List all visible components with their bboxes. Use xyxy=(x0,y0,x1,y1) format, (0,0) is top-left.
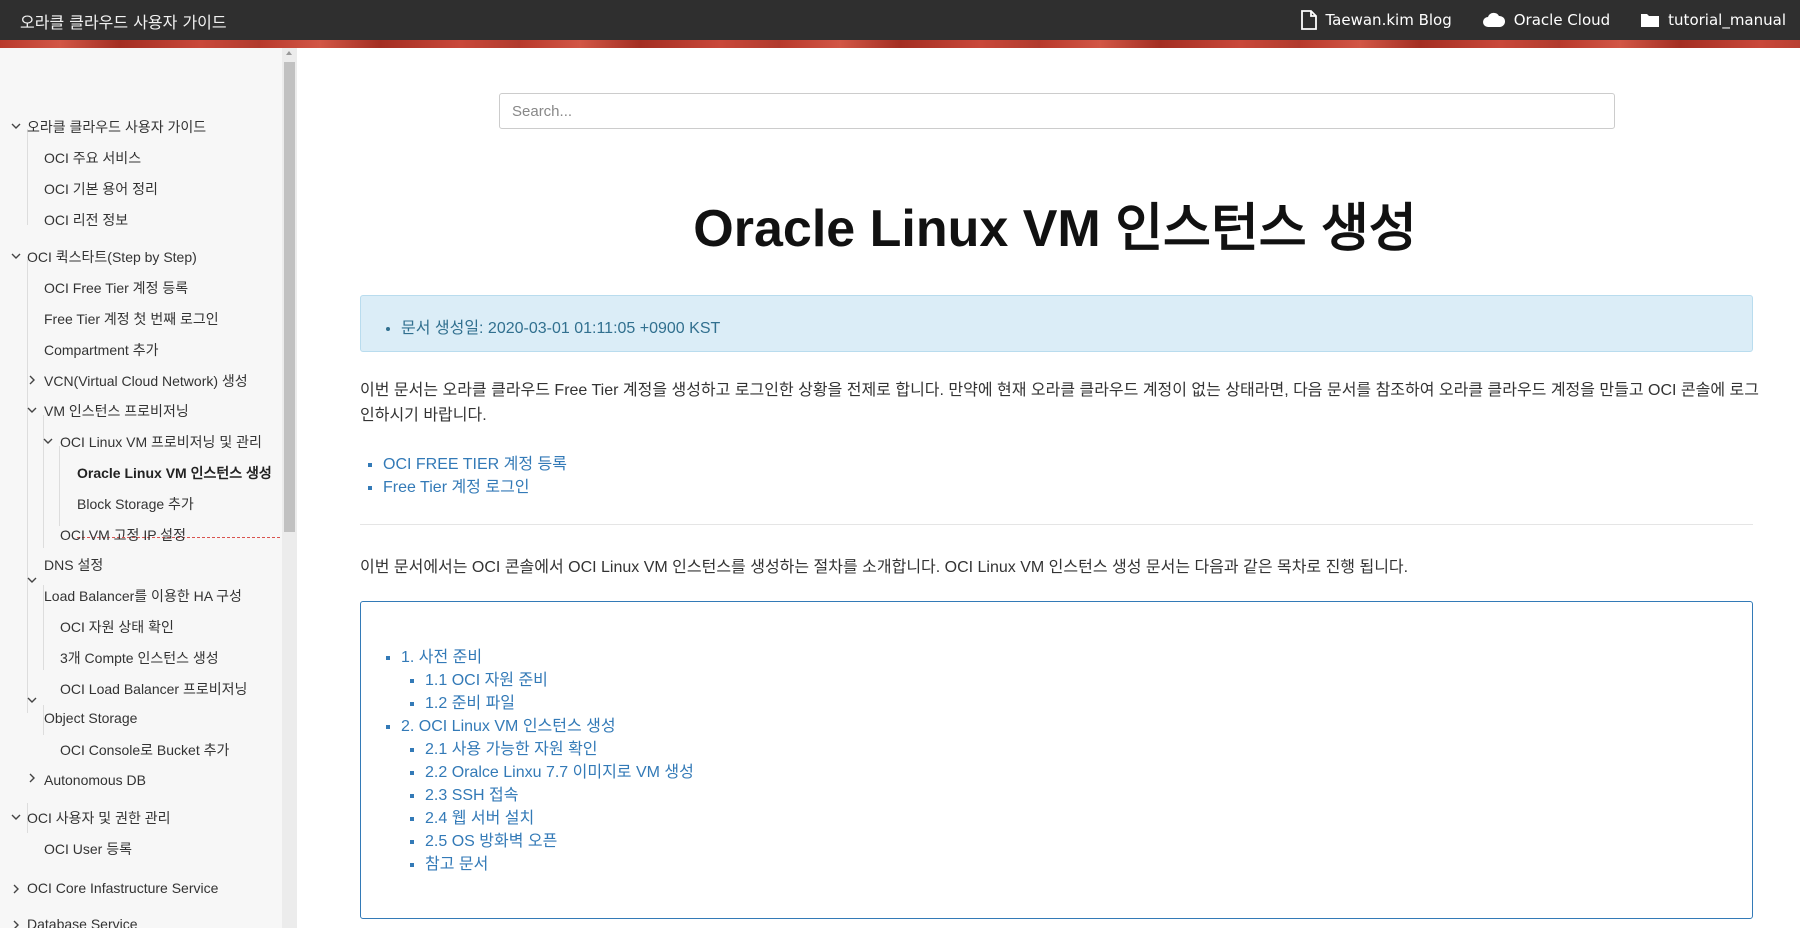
scroll-up-arrow-icon[interactable] xyxy=(286,51,292,55)
nav-link-blog[interactable]: Taewan.kim Blog xyxy=(1300,10,1452,30)
sidebar-item-static-ip[interactable]: OCI VM 고정 IP 설정 xyxy=(60,525,186,545)
sidebar-item-autonomous-db[interactable]: Autonomous DB xyxy=(44,772,146,788)
site-title[interactable]: 오라클 클라우드 사용자 가이드 xyxy=(20,9,227,33)
procedure-paragraph: 이번 문서에서는 OCI 콘솔에서 OCI Linux VM 인스턴스를 생성하… xyxy=(360,559,1409,576)
chevron-down-icon[interactable] xyxy=(11,812,21,822)
file-icon xyxy=(1300,10,1317,30)
tree-guide xyxy=(27,129,28,225)
sidebar-item-block-storage[interactable]: Block Storage 추가 xyxy=(77,494,194,514)
intro-paragraph: 이번 문서는 오라클 클라우드 Free Tier 계정을 생성하고 로그인한 … xyxy=(360,382,1759,424)
folder-icon xyxy=(1641,14,1660,27)
sidebar-item-dns[interactable]: DNS 설정 xyxy=(44,555,103,575)
sidebar-item-core-infra[interactable]: OCI Core Infastructure Service xyxy=(27,880,218,896)
main-content: Oracle Linux VM 인스턴스 생성 문서 생성일: 2020-03-… xyxy=(297,48,1800,928)
toc-item: 2. OCI Linux VM 인스턴스 생성 2.1 사용 가능한 자원 확인… xyxy=(401,715,694,876)
toc-item: 참고 문서 xyxy=(425,853,694,876)
sidebar-item-oci-regions[interactable]: OCI 리전 정보 xyxy=(44,210,128,230)
sidebar-item-linux-vm-create[interactable]: Oracle Linux VM 인스턴스 생성 xyxy=(77,463,272,483)
header-stripe xyxy=(0,40,1800,48)
sidebar-item-resource-status[interactable]: OCI 자원 상태 확인 xyxy=(60,617,174,637)
scrollbar-thumb[interactable] xyxy=(284,62,295,532)
chevron-right-icon[interactable] xyxy=(11,920,21,928)
toc-item: 2.4 웹 서버 설치 xyxy=(425,807,694,830)
top-nav-links: Taewan.kim Blog Oracle Cloud tutorial_ma… xyxy=(1270,0,1786,40)
doc-date-text: 문서 생성일: 2020-03-01 01:11:05 +0900 KST xyxy=(401,314,720,338)
chevron-down-icon[interactable] xyxy=(11,251,21,261)
sidebar-item-database-service[interactable]: Database Service xyxy=(27,916,138,928)
prerequisite-links: OCI FREE TIER 계정 등록 Free Tier 계정 로그인 xyxy=(383,453,567,499)
chevron-down-icon[interactable] xyxy=(27,695,37,705)
toc-link-create-vm[interactable]: 2. OCI Linux VM 인스턴스 생성 xyxy=(401,718,616,735)
doc-date-info: 문서 생성일: 2020-03-01 01:11:05 +0900 KST xyxy=(360,295,1753,352)
toc-link-prep-files[interactable]: 1.2 준비 파일 xyxy=(425,695,515,712)
sidebar-item-lb-provisioning[interactable]: OCI Load Balancer 프로비저닝 xyxy=(60,679,247,699)
sidebar-item-free-tier-signup[interactable]: OCI Free Tier 계정 등록 xyxy=(44,278,188,298)
sidebar-item-oci-quickstart[interactable]: OCI 퀵스타트(Step by Step) xyxy=(27,247,197,267)
sidebar-item-free-tier-login[interactable]: Free Tier 계정 첫 번째 로그인 xyxy=(44,309,219,329)
sidebar-scrollbar[interactable] xyxy=(282,48,297,928)
chevron-right-icon[interactable] xyxy=(11,884,21,894)
page-title: Oracle Linux VM 인스턴스 생성 xyxy=(693,200,1417,258)
tree-guide xyxy=(27,259,28,713)
chevron-right-icon[interactable] xyxy=(27,773,37,783)
tree-guide xyxy=(59,446,60,526)
toc-item: 2.2 Oralce Linxu 7.7 이미지로 VM 생성 xyxy=(425,761,694,784)
sidebar-item-linux-vm-provisioning[interactable]: OCI Linux VM 프로비저닝 및 관리 xyxy=(60,432,262,452)
toc-item: 2.5 OS 방화벽 오픈 xyxy=(425,830,694,853)
nav-link-label: tutorial_manual xyxy=(1668,11,1786,29)
nav-link-tutorial-manual[interactable]: tutorial_manual xyxy=(1640,11,1786,29)
toc-item: 1.2 준비 파일 xyxy=(425,692,694,715)
link-free-tier-signup[interactable]: OCI FREE TIER 계정 등록 xyxy=(383,456,567,473)
sidebar-item-oracle-cloud-guide[interactable]: 오라클 클라우드 사용자 가이드 xyxy=(27,117,206,137)
divider xyxy=(360,524,1753,525)
chevron-down-icon[interactable] xyxy=(27,575,37,585)
toc-item: 2.1 사용 가능한 자원 확인 xyxy=(425,738,694,761)
search-input[interactable] xyxy=(499,93,1615,129)
sidebar-item-object-storage[interactable]: Object Storage xyxy=(44,710,137,726)
toc-list: 1. 사전 준비 1.1 OCI 자원 준비 1.2 준비 파일 2. OCI … xyxy=(401,646,694,876)
chevron-down-icon[interactable] xyxy=(43,436,53,446)
cloud-icon xyxy=(1482,12,1505,27)
sidebar-item-user-permissions[interactable]: OCI 사용자 및 권한 관리 xyxy=(27,808,171,828)
nav-link-oracle-cloud[interactable]: Oracle Cloud xyxy=(1482,11,1610,29)
table-of-contents: 1. 사전 준비 1.1 OCI 자원 준비 1.2 준비 파일 2. OCI … xyxy=(360,601,1753,919)
chevron-right-icon[interactable] xyxy=(27,375,37,385)
list-item: Free Tier 계정 로그인 xyxy=(383,476,567,499)
top-navbar: 오라클 클라우드 사용자 가이드 Taewan.kim Blog Oracle … xyxy=(0,0,1800,40)
tree-guide xyxy=(43,415,44,548)
toc-item: 1. 사전 준비 1.1 OCI 자원 준비 1.2 준비 파일 xyxy=(401,646,694,715)
sidebar-item-three-instances[interactable]: 3개 Compte 인스턴스 생성 xyxy=(60,648,219,668)
toc-link-create-vm-image[interactable]: 2.2 Oralce Linxu 7.7 이미지로 VM 생성 xyxy=(425,764,694,781)
nav-link-label: Oracle Cloud xyxy=(1513,11,1611,29)
toc-item: 1.1 OCI 자원 준비 xyxy=(425,669,694,692)
toc-item: 2.3 SSH 접속 xyxy=(425,784,694,807)
link-free-tier-login[interactable]: Free Tier 계정 로그인 xyxy=(383,479,530,496)
toc-link-ssh[interactable]: 2.3 SSH 접속 xyxy=(425,787,518,804)
sidebar-item-bucket[interactable]: OCI Console로 Bucket 추가 xyxy=(60,740,229,760)
toc-link-oci-resources[interactable]: 1.1 OCI 자원 준비 xyxy=(425,672,548,689)
toc-link-prep[interactable]: 1. 사전 준비 xyxy=(401,649,482,666)
toc-link-available-resources[interactable]: 2.1 사용 가능한 자원 확인 xyxy=(425,741,598,758)
toc-link-references[interactable]: 참고 문서 xyxy=(425,856,488,873)
sidebar-item-compartment[interactable]: Compartment 추가 xyxy=(44,340,158,360)
sidebar-item-oci-main-services[interactable]: OCI 주요 서비스 xyxy=(44,148,141,168)
sidebar-item-vm-provisioning[interactable]: VM 인스턴스 프로비저닝 xyxy=(44,401,189,421)
sidebar: 오라클 클라우드 사용자 가이드 OCI 주요 서비스 OCI 기본 용어 정리… xyxy=(0,48,297,928)
sidebar-item-oci-terms[interactable]: OCI 기본 용어 정리 xyxy=(44,179,158,199)
sidebar-item-oci-user[interactable]: OCI User 등록 xyxy=(44,839,132,859)
list-item: OCI FREE TIER 계정 등록 xyxy=(383,453,567,476)
sidebar-item-vcn[interactable]: VCN(Virtual Cloud Network) 생성 xyxy=(44,371,248,391)
toc-link-web-server[interactable]: 2.4 웹 서버 설치 xyxy=(425,810,534,827)
chevron-down-icon[interactable] xyxy=(27,405,37,415)
chevron-down-icon[interactable] xyxy=(11,121,21,131)
toc-link-firewall[interactable]: 2.5 OS 방화벽 오픈 xyxy=(425,833,557,850)
sidebar-item-load-balancer-ha[interactable]: Load Balancer를 이용한 HA 구성 xyxy=(44,586,242,606)
nav-link-label: Taewan.kim Blog xyxy=(1325,11,1452,29)
